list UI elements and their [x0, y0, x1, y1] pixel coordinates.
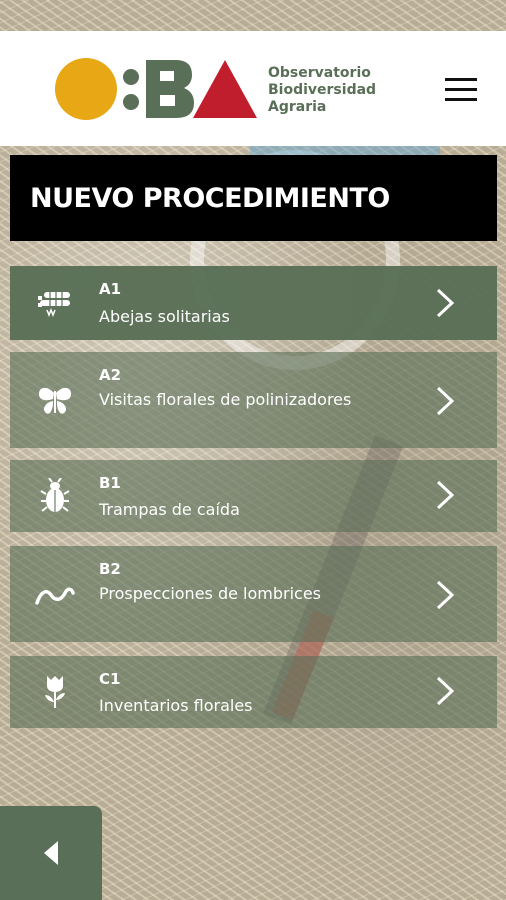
hamburger-menu-icon	[445, 78, 477, 81]
bee-nest-icon	[35, 283, 75, 323]
procedure-code: B1	[99, 474, 121, 492]
procedure-item-c1[interactable]: C1 Inventarios florales	[10, 656, 497, 728]
procedure-label: Trampas de caída	[99, 500, 240, 519]
chevron-right-icon	[436, 288, 455, 318]
hamburger-menu-icon	[445, 88, 477, 91]
procedure-label: Abejas solitarias	[99, 307, 230, 326]
organization-name-line: Biodiversidad	[268, 82, 377, 98]
chevron-right-icon	[436, 580, 455, 610]
procedure-code: A2	[99, 366, 122, 384]
procedure-code: A1	[99, 280, 122, 298]
flower-icon	[35, 672, 75, 712]
procedure-item-b1[interactable]: B1 Trampas de caída	[10, 460, 497, 532]
page-title-box: NUEVO PROCEDIMIENTO	[10, 155, 497, 241]
butterfly-icon	[35, 381, 75, 421]
procedure-label: Inventarios florales	[99, 696, 253, 715]
worm-icon	[35, 575, 75, 615]
procedure-label: Visitas florales de polinizadores	[99, 390, 352, 409]
organization-name-line: Agraria	[268, 99, 327, 115]
chevron-right-icon	[436, 480, 455, 510]
beetle-icon	[35, 476, 75, 516]
procedure-item-a2[interactable]: A2 Visitas florales de polinizadores	[10, 352, 497, 448]
back-arrow-icon	[44, 841, 58, 865]
procedure-code: C1	[99, 670, 121, 688]
procedure-item-a1[interactable]: A1 Abejas solitarias	[10, 266, 497, 340]
organization-name-line: Observatorio	[268, 65, 371, 81]
hamburger-menu-button[interactable]	[440, 75, 480, 105]
procedure-item-b2[interactable]: B2 Prospecciones de lombrices	[10, 546, 497, 642]
page-title: NUEVO PROCEDIMIENTO	[30, 183, 390, 214]
back-button[interactable]	[0, 806, 102, 900]
oba-logo[interactable]	[54, 56, 264, 126]
procedure-code: B2	[99, 560, 121, 578]
app-header: Observatorio Biodiversidad Agraria	[0, 31, 506, 146]
organization-name: Observatorio Biodiversidad Agraria	[268, 65, 376, 116]
procedure-label: Prospecciones de lombrices	[99, 584, 322, 603]
chevron-right-icon	[436, 386, 455, 416]
hamburger-menu-icon	[445, 98, 477, 101]
chevron-right-icon	[436, 676, 455, 706]
